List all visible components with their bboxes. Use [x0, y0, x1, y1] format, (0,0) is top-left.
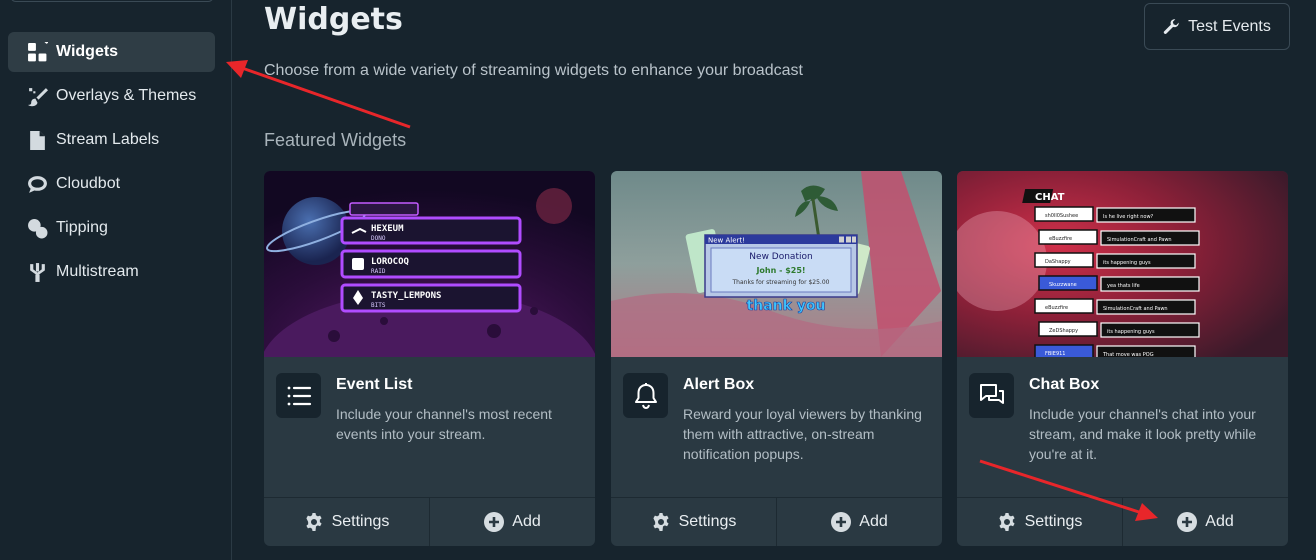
- chat-preview-message: DaShappy its happening guys: [1034, 252, 1196, 269]
- event-row-type: RAID: [371, 268, 386, 275]
- plus-circle-icon: [831, 512, 852, 532]
- alert-line-2: Thanks for streaming for $25.00: [732, 279, 830, 286]
- alert-line-1: John - $25!: [755, 266, 805, 275]
- sidebar-item-label: Overlays & Themes: [56, 87, 197, 104]
- widget-card-chat-box: CHAT sh0ll0Sushee Is he live right now? eB…: [957, 171, 1288, 546]
- card-description: Include your channel's most recent event…: [336, 406, 552, 442]
- chat-badge: CHAT: [1035, 192, 1065, 203]
- add-widget-button[interactable]: Add: [430, 498, 595, 546]
- brush-icon: [26, 85, 48, 107]
- list-icon: [276, 373, 321, 418]
- sidebar-item-label: Tipping: [56, 219, 108, 236]
- widget-card-alert-box: New Alert! New Donation John - $25! Than…: [611, 171, 942, 546]
- sidebar-item-stream-labels[interactable]: Stream Labels: [8, 120, 215, 160]
- chat-bubble-icon: [26, 173, 48, 195]
- event-row-type: DONO: [371, 235, 386, 242]
- card-footer: Settings Add: [264, 497, 595, 546]
- file-icon: [26, 129, 48, 151]
- settings-label: Settings: [331, 513, 390, 530]
- chat-preview-text: Is he live right now?: [1103, 214, 1154, 220]
- chat-preview-text: SimulationCraft and Pawn: [1107, 237, 1172, 243]
- chat-preview-username: FBIE911: [1045, 351, 1065, 357]
- settings-button[interactable]: Settings: [957, 498, 1123, 546]
- card-footer: Settings Add: [957, 497, 1288, 546]
- sidebar-item-overlays-themes[interactable]: Overlays & Themes: [8, 76, 215, 116]
- chat-preview-username: DaShappy: [1045, 259, 1071, 265]
- settings-label: Settings: [1024, 513, 1083, 530]
- plus-circle-icon: [484, 512, 505, 532]
- chat-preview-message: eBuzzfire SimulationCraft and Pawn: [1038, 229, 1200, 246]
- alert-thanks-text: thank you: [747, 298, 826, 314]
- coins-icon: [26, 217, 48, 239]
- sidebar-item-cloudbot[interactable]: Cloudbot: [8, 164, 215, 204]
- chat-icon: [969, 373, 1014, 418]
- card-description: Include your channel's chat into your st…: [1029, 406, 1257, 462]
- chat-preview-message: eBuzzfire SimulationCraft and Pawn: [1034, 298, 1196, 315]
- sidebar-item-label: Multistream: [56, 263, 139, 280]
- card-title: Event List: [336, 376, 413, 393]
- alert-window-title: New Alert!: [708, 237, 745, 245]
- page-title: Widgets: [264, 2, 403, 37]
- card-title: Chat Box: [1029, 376, 1100, 393]
- chat-preview-username: eBuzzfire: [1045, 305, 1068, 311]
- chat-preview-username: Skuzzwane: [1049, 282, 1077, 288]
- chat-preview-message: Skuzzwane yea thats life: [1038, 275, 1200, 292]
- chat-preview-text: its happening guys: [1107, 329, 1155, 335]
- test-events-button[interactable]: Test Events: [1144, 3, 1290, 50]
- chat-preview-text: SimulationCraft and Pawn: [1103, 306, 1168, 312]
- add-label: Add: [512, 513, 541, 530]
- add-widget-button[interactable]: Add: [777, 498, 942, 546]
- chat-preview-text: its happening guys: [1103, 260, 1151, 266]
- chat-preview-username: sh0ll0Sushee: [1045, 213, 1078, 219]
- broadcast-tree-icon: [26, 261, 48, 283]
- settings-button[interactable]: Settings: [611, 498, 777, 546]
- add-label: Add: [1205, 513, 1234, 530]
- event-row-name: LOROCOQ: [371, 257, 410, 267]
- gear-icon: [997, 512, 1017, 532]
- chat-preview-message: FBIE911 That move was POG: [1034, 344, 1196, 357]
- wrench-icon: [1163, 18, 1180, 35]
- card-footer: Settings Add: [611, 497, 942, 546]
- sidebar-item-label: Stream Labels: [56, 131, 160, 148]
- add-label: Add: [859, 513, 888, 530]
- sidebar-item-widgets[interactable]: Widgets: [8, 32, 215, 72]
- test-events-label: Test Events: [1188, 17, 1271, 35]
- sidebar-item-multistream[interactable]: Multistream: [8, 252, 215, 292]
- add-widget-button[interactable]: Add: [1123, 498, 1288, 546]
- page-subtitle: Choose from a wide variety of streaming …: [264, 62, 803, 79]
- settings-label: Settings: [678, 513, 737, 530]
- card-title: Alert Box: [683, 376, 755, 393]
- event-list-preview-image: HEXEUM DONO LOROCOQ RAID TASTY_LEMPONS B…: [264, 171, 595, 357]
- widget-card-event-list: HEXEUM DONO LOROCOQ RAID TASTY_LEMPONS B…: [264, 171, 595, 546]
- event-row-name: HEXEUM: [371, 224, 404, 234]
- featured-widgets-heading: Featured Widgets: [264, 130, 407, 150]
- event-row-type: BITS: [371, 302, 386, 309]
- chat-preview-message: sh0ll0Sushee Is he live right now?: [1034, 206, 1196, 223]
- card-description: Reward your loyal viewers by thanking th…: [683, 406, 922, 462]
- sidebar-item-tipping[interactable]: Tipping: [8, 208, 215, 248]
- sidebar-search-field[interactable]: [10, 0, 214, 2]
- sidebar: Widgets Overlays & Themes Stream Labels …: [0, 0, 232, 560]
- sidebar-item-label: Widgets: [56, 43, 119, 60]
- settings-button[interactable]: Settings: [264, 498, 430, 546]
- sidebar-item-label: Cloudbot: [56, 175, 121, 192]
- alert-box-preview-image: New Alert! New Donation John - $25! Than…: [611, 171, 942, 357]
- chat-preview-text: yea thats life: [1107, 283, 1140, 289]
- bell-icon: [623, 373, 668, 418]
- event-row-name: TASTY_LEMPONS: [371, 291, 441, 301]
- grid-icon: [26, 41, 48, 63]
- plus-circle-icon: [1177, 512, 1198, 532]
- chat-preview-username: ZeDShappy: [1049, 328, 1078, 334]
- chat-box-preview-image: CHAT sh0ll0Sushee Is he live right now? eB…: [957, 171, 1288, 357]
- chat-preview-text: That move was POG: [1102, 352, 1154, 357]
- chat-preview-username: eBuzzfire: [1049, 236, 1072, 242]
- gear-icon: [304, 512, 324, 532]
- alert-heading: New Donation: [749, 252, 812, 262]
- gear-icon: [651, 512, 671, 532]
- chat-preview-message: ZeDShappy its happening guys: [1038, 321, 1200, 338]
